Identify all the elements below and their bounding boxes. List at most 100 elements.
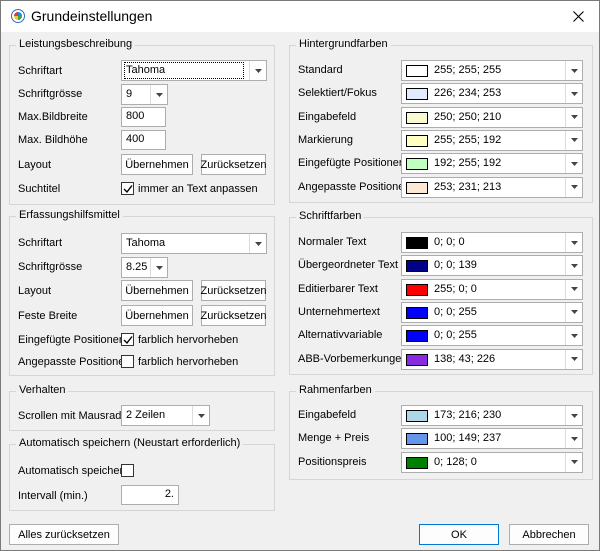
cancel-button[interactable]: Abbrechen bbox=[509, 524, 589, 545]
font-label: Schriftart bbox=[18, 237, 63, 249]
chevron-down-icon[interactable] bbox=[249, 234, 266, 253]
color-select[interactable]: 192; 255; 192 bbox=[401, 153, 583, 175]
group-erfassungshilfsmittel: Erfassungshilfsmittel Schriftart Tahoma … bbox=[9, 209, 275, 376]
color-select[interactable]: 226; 234; 253 bbox=[401, 83, 583, 105]
color-label: Unternehmertext bbox=[298, 305, 380, 318]
color-select[interactable]: 255; 255; 255 bbox=[401, 60, 583, 81]
font-size-label: Schriftgrösse bbox=[18, 88, 83, 100]
color-swatch bbox=[406, 65, 428, 77]
font-size-select[interactable]: 9 bbox=[121, 84, 168, 105]
chevron-down-icon[interactable] bbox=[565, 233, 582, 252]
color-swatch bbox=[406, 283, 428, 296]
chevron-down-icon[interactable] bbox=[249, 61, 266, 80]
color-swatch bbox=[406, 260, 428, 273]
chevron-down-icon[interactable] bbox=[565, 302, 582, 322]
color-select[interactable]: 253; 231; 213 bbox=[401, 176, 583, 198]
group-title: Rahmenfarben bbox=[296, 384, 375, 396]
group-hintergrundfarben: Hintergrundfarben Standard 255; 255; 255 S… bbox=[289, 38, 593, 203]
color-value: 0; 0; 0 bbox=[434, 236, 465, 248]
color-value: 255; 255; 255 bbox=[434, 64, 502, 76]
inserted-positions-checkbox[interactable] bbox=[121, 333, 134, 346]
close-icon bbox=[572, 10, 584, 22]
chevron-down-icon[interactable] bbox=[565, 279, 582, 299]
settings-dialog: Grundeinstellungen Leistungsbeschreibung… bbox=[0, 0, 600, 551]
color-label: Editierbarer Text bbox=[298, 282, 378, 295]
apply-fixed-width-button[interactable]: Übernehmen bbox=[121, 305, 193, 326]
chevron-down-icon[interactable] bbox=[150, 258, 167, 277]
color-swatch bbox=[406, 353, 428, 366]
window-title: Grundeinstellungen bbox=[31, 8, 153, 24]
inserted-positions-check-label: farblich hervorheben bbox=[138, 334, 239, 346]
font-select[interactable]: Tahoma bbox=[121, 60, 267, 81]
color-label: Übergeordneter Text bbox=[298, 259, 399, 272]
checkmark-icon bbox=[123, 185, 133, 194]
title-bar: Grundeinstellungen bbox=[1, 1, 599, 32]
chevron-down-icon[interactable] bbox=[565, 130, 582, 150]
max-height-input[interactable]: 400 bbox=[121, 130, 166, 150]
interval-input[interactable]: 2. bbox=[121, 485, 179, 505]
color-select[interactable]: 0; 0; 255 bbox=[401, 325, 583, 347]
color-select[interactable]: 0; 0; 139 bbox=[401, 255, 583, 277]
color-swatch bbox=[406, 158, 428, 171]
color-select[interactable]: 0; 0; 255 bbox=[401, 301, 583, 323]
interval-label: Intervall (min.) bbox=[18, 490, 88, 502]
close-button[interactable] bbox=[561, 4, 595, 28]
chevron-down-icon[interactable] bbox=[565, 256, 582, 276]
color-select[interactable]: 255; 0; 0 bbox=[401, 278, 583, 300]
chevron-down-icon[interactable] bbox=[565, 349, 582, 369]
layout-label: Layout bbox=[18, 159, 52, 171]
chevron-down-icon[interactable] bbox=[565, 177, 582, 197]
font-select-value: Tahoma bbox=[126, 237, 166, 249]
color-value: 250; 250; 210 bbox=[434, 110, 502, 123]
color-select[interactable]: 138; 43; 226 bbox=[401, 348, 583, 370]
search-title-label: Suchtitel bbox=[18, 183, 61, 195]
color-label: Angepasste Positionen bbox=[298, 180, 411, 193]
chevron-down-icon[interactable] bbox=[150, 85, 167, 104]
autosave-checkbox[interactable] bbox=[121, 464, 134, 477]
adjusted-positions-check-label: farblich hervorheben bbox=[138, 356, 239, 368]
color-select[interactable]: 173; 216; 230 bbox=[401, 405, 583, 426]
color-label: Eingabefeld bbox=[298, 110, 357, 123]
chevron-down-icon[interactable] bbox=[192, 406, 209, 425]
color-swatch bbox=[406, 330, 428, 343]
font-size-value: 8.25 bbox=[126, 261, 148, 273]
color-select[interactable]: 0; 128; 0 bbox=[401, 451, 583, 473]
chevron-down-icon[interactable] bbox=[565, 429, 582, 449]
chevron-down-icon[interactable] bbox=[565, 61, 582, 80]
color-select[interactable]: 250; 250; 210 bbox=[401, 106, 583, 128]
font-size-select[interactable]: 8.25 bbox=[121, 257, 168, 278]
color-select[interactable]: 0; 0; 0 bbox=[401, 232, 583, 253]
color-select[interactable]: 255; 255; 192 bbox=[401, 129, 583, 151]
max-width-input[interactable]: 800 bbox=[121, 107, 166, 127]
reset-fixed-width-button[interactable]: Zurücksetzen bbox=[200, 305, 267, 326]
color-value: 173; 216; 230 bbox=[434, 409, 502, 421]
reset-layout-button[interactable]: Zurücksetzen bbox=[200, 154, 267, 175]
app-icon bbox=[11, 9, 25, 23]
chevron-down-icon[interactable] bbox=[565, 406, 582, 425]
color-value: 100; 149; 237 bbox=[434, 432, 502, 445]
color-label: Menge + Preis bbox=[298, 432, 370, 445]
adjusted-positions-checkbox[interactable] bbox=[121, 355, 134, 368]
group-title: Schriftfarben bbox=[296, 210, 365, 222]
scroll-label: Scrollen mit Mausrad bbox=[18, 410, 122, 422]
apply-layout-button[interactable]: Übernehmen bbox=[121, 154, 193, 175]
reset-all-button[interactable]: Alles zurücksetzen bbox=[9, 524, 119, 545]
font-label: Schriftart bbox=[18, 65, 63, 77]
chevron-down-icon[interactable] bbox=[565, 452, 582, 472]
chevron-down-icon[interactable] bbox=[565, 107, 582, 127]
reset-layout-button[interactable]: Zurücksetzen bbox=[200, 280, 267, 301]
chevron-down-icon[interactable] bbox=[565, 84, 582, 104]
scroll-select[interactable]: 2 Zeilen bbox=[121, 405, 210, 426]
search-title-checkbox[interactable] bbox=[121, 182, 134, 195]
apply-layout-button[interactable]: Übernehmen bbox=[121, 280, 193, 301]
chevron-down-icon[interactable] bbox=[565, 326, 582, 346]
color-swatch bbox=[406, 134, 428, 147]
font-select[interactable]: Tahoma bbox=[121, 233, 267, 254]
chevron-down-icon[interactable] bbox=[565, 154, 582, 174]
color-select[interactable]: 100; 149; 237 bbox=[401, 428, 583, 450]
font-select-value: Tahoma bbox=[124, 62, 244, 79]
adjusted-positions-label: Angepasste Positionen bbox=[18, 356, 131, 368]
scroll-select-value: 2 Zeilen bbox=[126, 409, 166, 421]
ok-button[interactable]: OK bbox=[419, 524, 499, 545]
color-value: 253; 231; 213 bbox=[434, 180, 502, 193]
